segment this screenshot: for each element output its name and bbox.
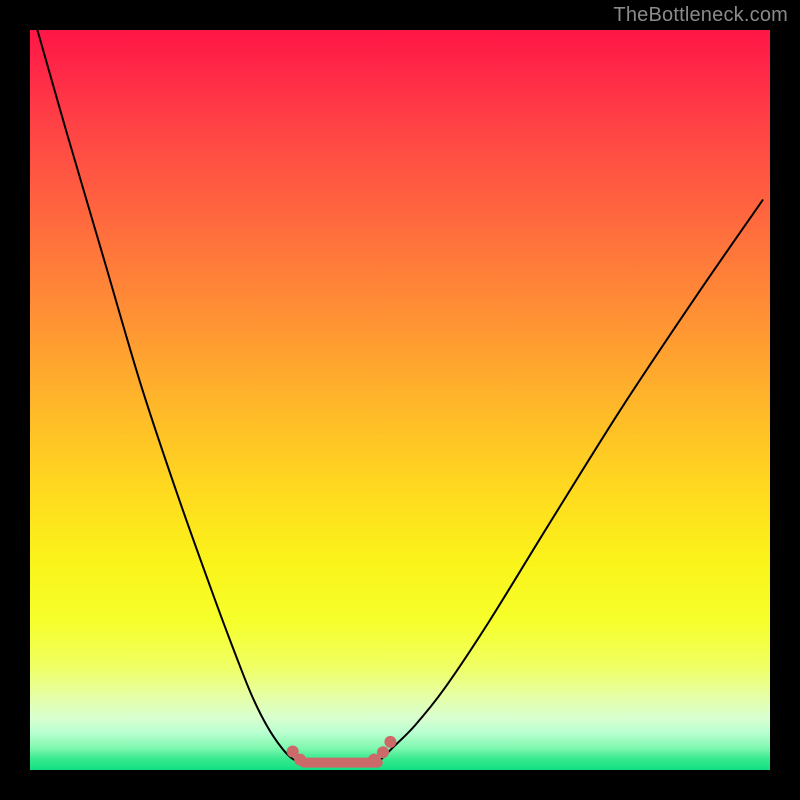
chart-series-group: [37, 30, 762, 766]
watermark-text: TheBottleneck.com: [613, 4, 788, 27]
series-left-curve: [37, 30, 303, 763]
plot-area: [30, 30, 770, 770]
chart-stage: TheBottleneck.com: [0, 0, 800, 800]
marker-4: [384, 736, 396, 748]
chart-svg: [30, 30, 770, 770]
series-right-curve: [378, 200, 763, 762]
marker-1: [294, 754, 306, 766]
marker-3: [377, 746, 389, 758]
